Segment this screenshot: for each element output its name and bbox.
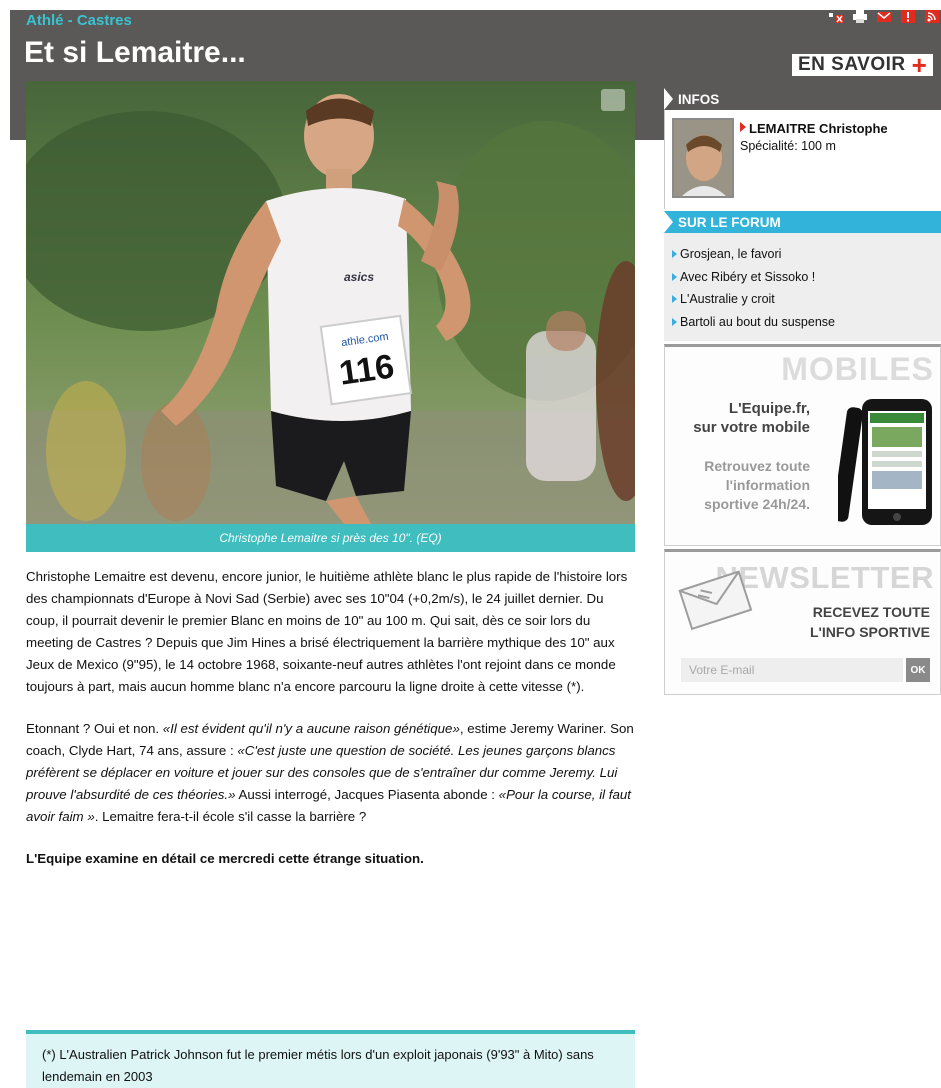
mobiles-line: sur votre mobile <box>693 419 810 436</box>
forum-title: SUR LE FORUM <box>678 214 781 230</box>
mobiles-tagline: L'Equipe.fr, sur votre mobile <box>693 399 810 437</box>
infos-title: INFOS <box>678 91 720 107</box>
breadcrumb[interactable]: Athlé - Castres <box>26 12 132 29</box>
forum-item-label: Bartoli au bout du suspense <box>680 314 835 329</box>
mobiles-line: l'information <box>725 477 810 493</box>
mobiles-description: Retrouvez toute l'information sportive 2… <box>704 457 810 514</box>
article-photo: 116 athle.com asics <box>26 81 635 524</box>
zoom-icon[interactable] <box>601 89 625 111</box>
athlete-thumbnail[interactable] <box>672 118 734 198</box>
mobiles-line: sportive 24h/24. <box>704 496 810 512</box>
quote-span: «Il est évident qu'il n'y a aucune raiso… <box>162 721 460 736</box>
forum-item[interactable]: L'Australie y croit <box>672 288 941 311</box>
arrow-icon <box>664 88 673 110</box>
newsletter-email-input[interactable] <box>681 658 903 682</box>
athlete-specialty: Spécialité: 100 m <box>740 139 836 153</box>
text-span: Aussi interrogé, Jacques Piasenta abonde… <box>235 787 499 802</box>
athlete-name: LEMAITRE Christophe <box>749 121 888 136</box>
text-span: Etonnant ? Oui et non. <box>26 721 163 736</box>
mobiles-line: L'Equipe.fr, <box>728 400 810 417</box>
newsletter-tagline: RECEVEZ TOUTE L'INFO SPORTIVE <box>810 602 930 642</box>
alert-icon[interactable] <box>901 10 915 23</box>
bullet-icon <box>672 317 677 326</box>
forum-panel: Grosjean, le favori Avec Ribéry et Sisso… <box>664 233 941 341</box>
envelope-icon <box>678 570 753 631</box>
plus-icon: + <box>911 50 928 80</box>
print-icon[interactable] <box>853 10 867 23</box>
bullet-icon <box>672 250 677 259</box>
rss-icon[interactable] <box>925 10 939 23</box>
forum-item-label: Grosjean, le favori <box>680 247 782 261</box>
text-span: . Lemaitre fera-t-il école s'il casse la… <box>94 809 367 824</box>
forum-item[interactable]: Grosjean, le favori <box>672 243 941 266</box>
mobiles-line: Retrouvez toute <box>704 458 810 474</box>
newsletter-line: RECEVEZ TOUTE <box>812 604 930 620</box>
sprinter-image: 116 athle.com asics <box>26 81 635 524</box>
infos-header: INFOS <box>664 88 941 110</box>
forum-item[interactable]: Bartoli au bout du suspense <box>672 311 941 334</box>
forum-item[interactable]: Avec Ribéry et Sissoko ! <box>672 266 941 289</box>
mail-icon[interactable] <box>877 10 891 23</box>
article-footnote: (*) L'Australien Patrick Johnson fut le … <box>26 1030 635 1088</box>
en-savoir-button[interactable]: EN SAVOIR + <box>792 50 934 80</box>
bib-number: 116 <box>337 347 397 392</box>
bullet-icon <box>672 272 677 281</box>
en-savoir-label: EN SAVOIR <box>798 54 906 75</box>
list-icon[interactable] <box>829 10 843 23</box>
arrow-icon <box>664 211 673 233</box>
header-top-strip <box>10 0 941 10</box>
photo-caption: Christophe Lemaitre si près des 10". (EQ… <box>26 524 635 552</box>
bullet-icon <box>672 295 677 304</box>
newsletter-ok-button[interactable]: OK <box>906 658 930 682</box>
page-title: Et si Lemaitre... <box>24 36 246 69</box>
tool-icons <box>829 10 939 23</box>
athlete-photo <box>674 120 732 196</box>
mobiles-heading: MOBILES <box>781 351 934 387</box>
arrow-icon <box>740 122 746 132</box>
shirt-brand: asics <box>344 270 374 284</box>
forum-header: SUR LE FORUM <box>664 211 941 233</box>
article-body: Christophe Lemaitre est devenu, encore j… <box>26 566 638 890</box>
article-paragraph-1: Christophe Lemaitre est devenu, encore j… <box>26 569 628 694</box>
forum-item-label: L'Australie y croit <box>680 292 775 306</box>
newsletter-line: L'INFO SPORTIVE <box>809 624 930 640</box>
article-paragraph-2: Etonnant ? Oui et non. «Il est évident q… <box>26 718 638 828</box>
athlete-name-link[interactable]: LEMAITRE Christophe <box>740 121 888 136</box>
forum-item-label: Avec Ribéry et Sissoko ! <box>680 269 816 284</box>
article-paragraph-3: L'Equipe examine en détail ce mercredi c… <box>26 851 424 866</box>
smartphone-icon <box>838 399 932 525</box>
forum-list: Grosjean, le favori Avec Ribéry et Sisso… <box>664 233 941 333</box>
